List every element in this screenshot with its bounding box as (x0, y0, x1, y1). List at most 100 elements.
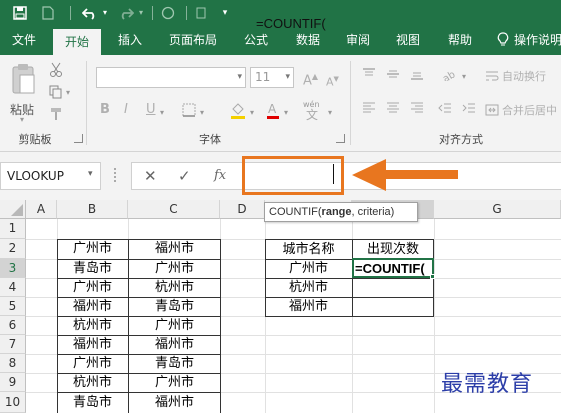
orientation-icon[interactable]: ab (440, 67, 460, 85)
save-icon[interactable] (10, 3, 30, 23)
merge-center-button[interactable]: 合并后居中 (502, 104, 557, 118)
row-header-6[interactable]: 6 (0, 316, 26, 335)
column-c-cell[interactable]: 福州市 (128, 335, 221, 354)
row-header-1[interactable]: 1 (0, 219, 26, 239)
increase-font-icon[interactable]: A▲ (303, 70, 318, 88)
insert-function-icon[interactable]: fx (214, 168, 226, 184)
redo-dropdown-icon[interactable]: ▾ (136, 3, 146, 23)
column-b-cell[interactable]: 青岛市 (57, 392, 128, 413)
border-icon[interactable] (180, 103, 198, 121)
column-c-cell[interactable]: 广州市 (128, 259, 221, 278)
align-right-icon[interactable] (408, 101, 426, 119)
name-box[interactable]: VLOOKUP (0, 162, 101, 190)
underline-dropdown-icon[interactable]: ▾ (160, 108, 164, 117)
tab-tell-me[interactable]: 操作说明 (512, 26, 561, 55)
column-c-cell[interactable]: 福州市 (128, 239, 221, 259)
font-color-icon[interactable]: A (264, 101, 282, 123)
align-middle-icon[interactable] (384, 67, 402, 85)
font-size-dropdown-icon[interactable]: ▾ (285, 72, 290, 82)
format-painter-icon[interactable] (47, 107, 65, 125)
copy-dropdown-icon[interactable]: ▾ (66, 88, 70, 97)
row-header-5[interactable]: 5 (0, 297, 26, 316)
column-c-cell[interactable]: 广州市 (128, 373, 221, 392)
font-name-combo[interactable]: ▾ (96, 67, 246, 88)
row-header-7[interactable]: 7 (0, 335, 26, 354)
column-header-d[interactable]: D (220, 200, 265, 219)
wrap-text-button[interactable]: 自动换行 (502, 70, 546, 84)
undo-dropdown-icon[interactable]: ▾ (100, 3, 110, 23)
row-header-3[interactable]: 3 (0, 259, 26, 278)
border-dropdown-icon[interactable]: ▾ (200, 108, 204, 117)
phonetic-dropdown-icon[interactable]: ▾ (328, 108, 332, 117)
column-b-cell[interactable]: 广州市 (57, 239, 128, 259)
lightbulb-icon[interactable] (494, 26, 512, 55)
paste-dropdown-icon[interactable]: ▾ (20, 115, 24, 124)
row-header-2[interactable]: 2 (0, 239, 26, 259)
row-header-4[interactable]: 4 (0, 278, 26, 297)
redo-icon[interactable] (116, 3, 136, 23)
name-box-dropdown-icon[interactable]: ▾ (88, 169, 93, 179)
column-b-cell[interactable]: 广州市 (57, 354, 128, 373)
fill-color-icon[interactable] (228, 101, 248, 123)
increase-indent-icon[interactable] (460, 101, 478, 119)
column-b-cell[interactable]: 福州市 (57, 335, 128, 354)
decrease-indent-icon[interactable] (436, 101, 454, 119)
tab-insert[interactable]: 插入 (108, 26, 152, 55)
city-hangzhou[interactable]: 杭州市 (265, 278, 352, 297)
align-center-icon[interactable] (384, 101, 402, 119)
font-dialog-launcher[interactable] (336, 134, 345, 143)
city-fuzhou[interactable]: 福州市 (265, 297, 352, 316)
cut-icon[interactable] (47, 62, 65, 82)
column-b-cell[interactable]: 杭州市 (57, 373, 128, 392)
column-c-cell[interactable]: 福州市 (128, 392, 221, 413)
wrap-text-icon[interactable] (484, 69, 500, 87)
align-bottom-icon[interactable] (408, 67, 426, 85)
decrease-font-icon[interactable]: A▼ (326, 72, 339, 90)
italic-button[interactable]: I (124, 103, 128, 117)
circle-icon[interactable] (158, 3, 178, 23)
row-header-8[interactable]: 8 (0, 354, 26, 373)
paste-button[interactable]: 粘贴 ▾ (6, 61, 42, 124)
tab-view[interactable]: 视图 (386, 26, 430, 55)
column-header-a[interactable]: A (26, 200, 57, 219)
header-city-name[interactable]: 城市名称 (265, 240, 352, 259)
fill-handle[interactable] (430, 274, 435, 279)
column-c-cell[interactable]: 青岛市 (128, 297, 221, 316)
tab-review[interactable]: 审阅 (336, 26, 380, 55)
column-c-cell[interactable]: 广州市 (128, 316, 221, 335)
undo-icon[interactable] (80, 3, 100, 23)
function-tooltip[interactable]: COUNTIF(range, criteria) (264, 202, 418, 222)
bold-button[interactable]: B (100, 103, 110, 117)
phonetic-icon[interactable]: wén 文 (300, 99, 328, 125)
select-all-corner[interactable] (0, 200, 26, 219)
row-header-10[interactable]: 10 (0, 392, 26, 413)
confirm-icon[interactable]: ✓ (178, 168, 191, 184)
column-b-cell[interactable]: 青岛市 (57, 259, 128, 278)
square-icon[interactable] (194, 3, 208, 23)
font-color-dropdown-icon[interactable]: ▾ (284, 108, 288, 117)
merge-center-icon[interactable] (484, 103, 500, 121)
align-left-icon[interactable] (360, 101, 378, 119)
tab-file[interactable]: 文件 (4, 26, 44, 55)
column-header-b[interactable]: B (57, 200, 128, 219)
row-header-9[interactable]: 9 (0, 373, 26, 392)
column-b-cell[interactable]: 福州市 (57, 297, 128, 316)
customize-qat-icon[interactable]: ▾ (218, 3, 232, 23)
clipboard-dialog-launcher[interactable] (74, 134, 83, 143)
column-b-cell[interactable]: 杭州市 (57, 316, 128, 335)
new-document-icon[interactable] (40, 3, 56, 23)
tab-home[interactable]: 开始 (53, 29, 101, 55)
copy-icon[interactable] (47, 85, 65, 103)
align-top-icon[interactable] (360, 67, 378, 85)
cancel-icon[interactable]: ✕ (144, 168, 157, 184)
city-guangzhou[interactable]: 广州市 (265, 259, 352, 278)
fill-color-dropdown-icon[interactable]: ▾ (250, 108, 254, 117)
font-name-dropdown-icon[interactable]: ▾ (237, 72, 242, 82)
column-b-cell[interactable]: 广州市 (57, 278, 128, 297)
column-c-cell[interactable]: 杭州市 (128, 278, 221, 297)
column-header-g[interactable]: G (434, 200, 561, 219)
font-size-combo[interactable]: 11 ▾ (250, 67, 294, 88)
header-count[interactable]: 出现次数 (352, 240, 434, 259)
column-header-c[interactable]: C (128, 200, 220, 219)
column-c-cell[interactable]: 青岛市 (128, 354, 221, 373)
